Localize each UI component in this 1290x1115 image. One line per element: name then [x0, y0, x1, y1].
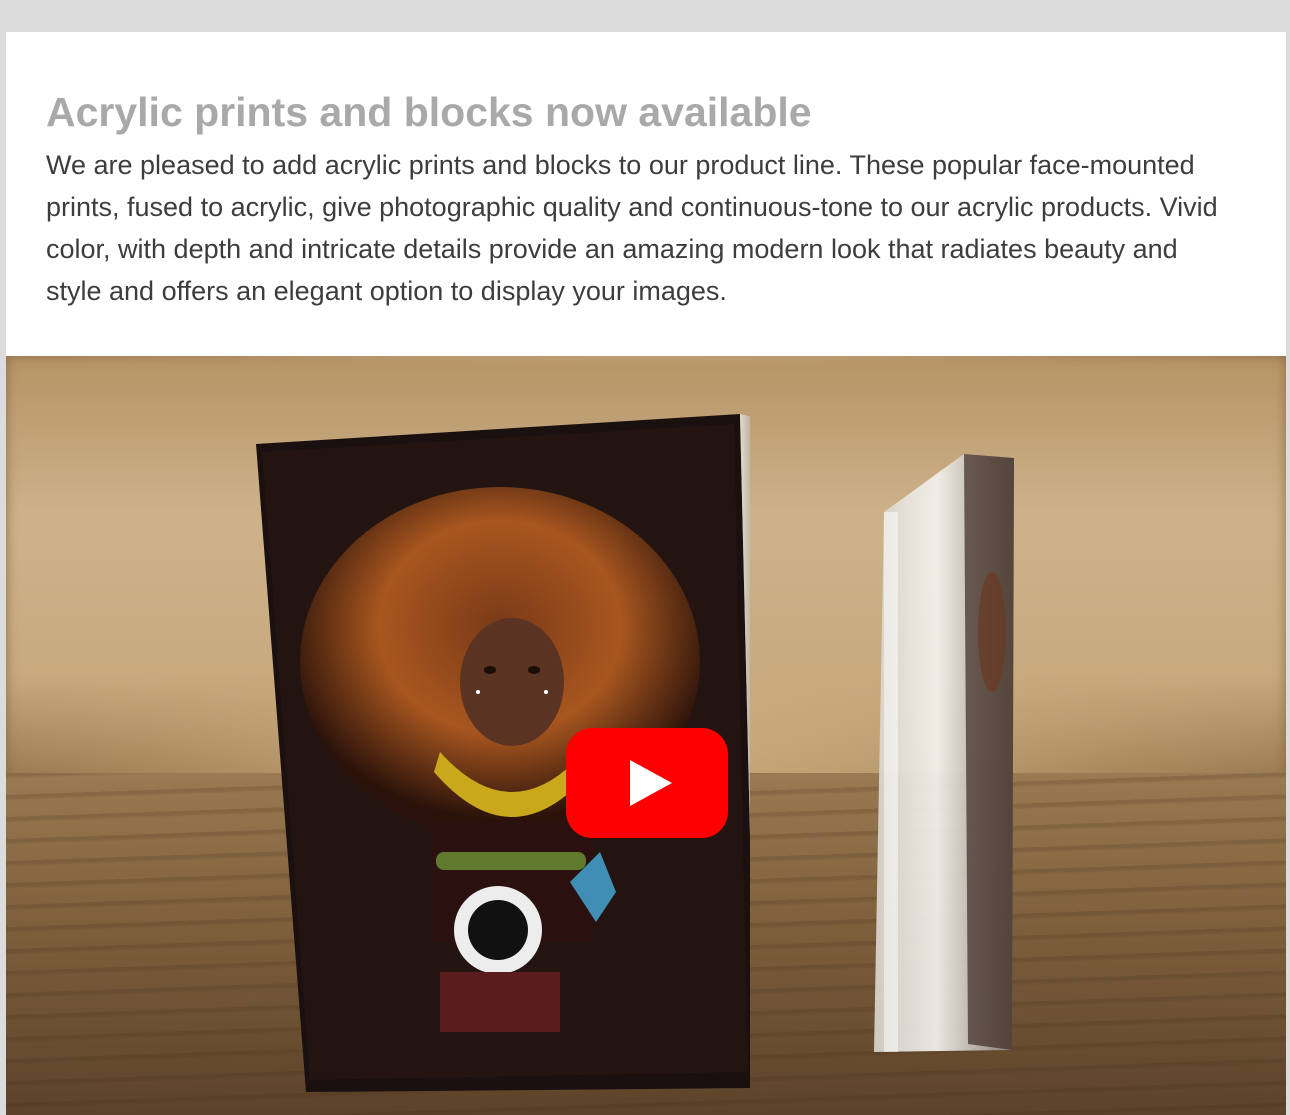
video-embed[interactable] [6, 356, 1286, 1115]
acrylic-block-side [864, 452, 1024, 1052]
article-card: Acrylic prints and blocks now available … [6, 32, 1286, 1115]
youtube-play-icon [566, 728, 728, 838]
article-title: Acrylic prints and blocks now available [46, 89, 812, 135]
article-body: We are pleased to add acrylic prints and… [46, 150, 1218, 306]
article-text: Acrylic prints and blocks now available … [46, 88, 1236, 312]
video-play-button[interactable] [566, 728, 728, 838]
